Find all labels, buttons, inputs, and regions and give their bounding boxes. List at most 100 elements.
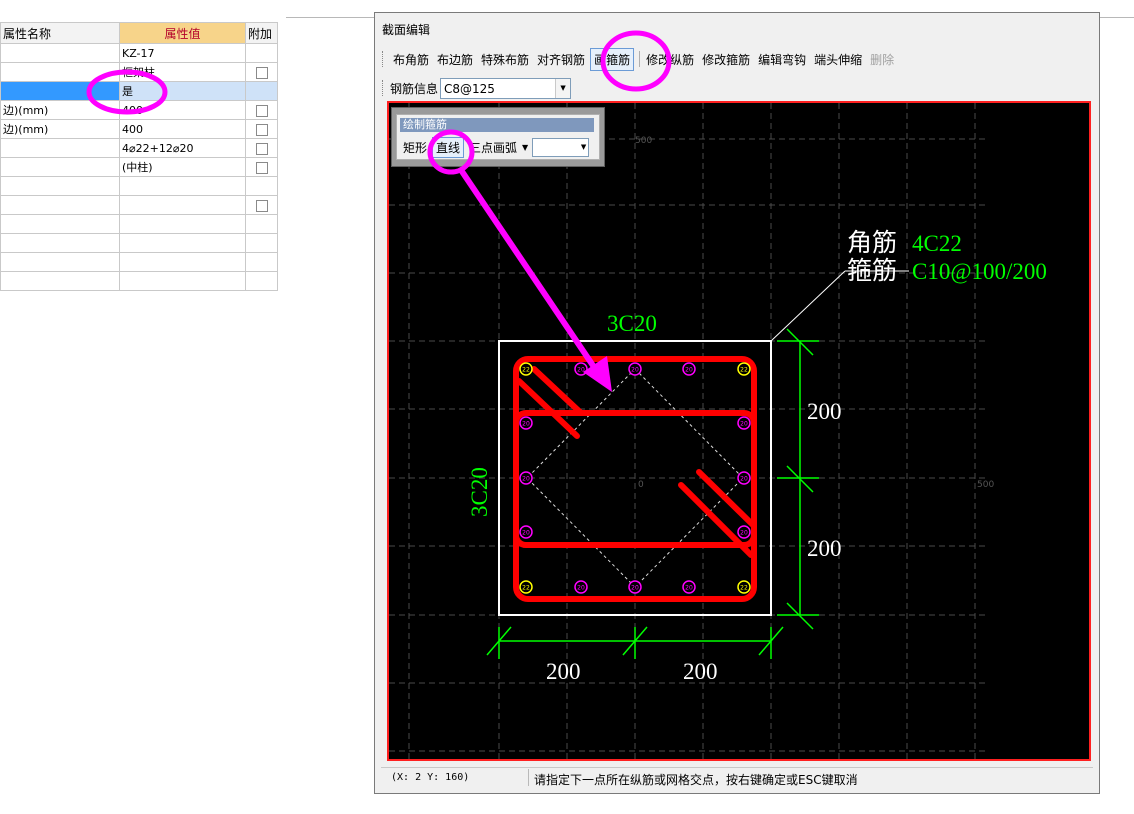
property-value-cell[interactable]: 框架柱 <box>119 62 246 82</box>
table-row[interactable] <box>0 252 278 272</box>
property-name-cell[interactable] <box>0 271 120 291</box>
table-row[interactable]: 边)(mm) 400 <box>0 100 278 120</box>
property-name-cell[interactable] <box>0 157 120 177</box>
extra-checkbox[interactable] <box>256 199 268 212</box>
extra-checkbox[interactable] <box>256 142 268 155</box>
table-row[interactable]: 是 <box>0 81 278 101</box>
toolbar-button-7[interactable]: 编辑弯钩 <box>755 49 809 70</box>
toolbar-button-2[interactable]: 特殊布筋 <box>478 49 532 70</box>
extra-checkbox[interactable] <box>256 161 268 174</box>
side-bar-mark: 20 <box>522 476 530 483</box>
dimension-v2: 200 <box>807 536 842 561</box>
three-point-arc-button[interactable]: 三点画弧 <box>466 138 520 157</box>
property-value-cell[interactable]: 400 <box>119 119 246 139</box>
chevron-down-icon[interactable]: ▼ <box>555 78 571 98</box>
extra-checkbox[interactable] <box>256 123 268 136</box>
property-value-cell[interactable] <box>119 214 246 234</box>
side-bar-mark: 20 <box>740 421 748 428</box>
property-value-cell[interactable] <box>119 233 246 253</box>
property-value-cell[interactable] <box>119 252 246 272</box>
column-header-extra[interactable]: 附加 <box>245 22 278 44</box>
extra-checkbox[interactable] <box>256 104 268 117</box>
line-button[interactable]: 直线 <box>432 137 465 158</box>
property-grid: 属性名称 属性值 附加 KZ-17 框架柱是边)(mm) 400 边)(mm) 400 4… <box>0 22 278 291</box>
column-header-value[interactable]: 属性值 <box>119 22 246 44</box>
toolbar-button-8[interactable]: 端头伸缩 <box>811 49 865 70</box>
toolbar-button-5[interactable]: 修改纵筋 <box>643 49 697 70</box>
dimension-lines <box>486 328 819 659</box>
extra-cell <box>245 176 278 196</box>
dimension-h2: 200 <box>683 659 718 684</box>
table-row[interactable] <box>0 176 278 196</box>
side-bar-mark: 20 <box>577 585 585 592</box>
table-row[interactable]: (中柱) <box>0 157 278 177</box>
chevron-down-icon[interactable]: ▼ <box>581 143 586 151</box>
property-value-cell[interactable] <box>119 176 246 196</box>
property-value-cell[interactable] <box>119 195 246 215</box>
property-name-cell[interactable] <box>0 233 120 253</box>
toolbar-separator <box>639 51 641 67</box>
side-bar-mark: 20 <box>740 476 748 483</box>
main-toolbar: 布角筋 布边筋 特殊布筋 对齐钢筋 画箍筋 修改纵筋 修改箍筋 编辑弯钩 端头伸缩 删除 <box>382 47 899 71</box>
property-value-cell[interactable] <box>119 271 246 291</box>
property-name-cell[interactable] <box>0 252 120 272</box>
property-value-cell[interactable]: 是 <box>119 81 246 101</box>
property-value-cell[interactable]: KZ-17 <box>119 43 246 63</box>
table-row[interactable] <box>0 195 278 215</box>
table-row[interactable]: 边)(mm) 400 <box>0 119 278 139</box>
toolbar-button-4[interactable]: 画箍筋 <box>590 47 635 71</box>
side-bar-mark: 20 <box>522 421 530 428</box>
toolbar-button-0[interactable]: 布角筋 <box>390 49 432 70</box>
status-message: 请指定下一点所在纵筋或网格交点，按右键确定或ESC键取消 <box>534 773 858 787</box>
toolbar-button-9[interactable]: 删除 <box>867 49 897 70</box>
rebar-info-toolbar: 钢筋信息 C8@125 ▼ <box>382 76 572 100</box>
side-bar-mark: 20 <box>685 585 693 592</box>
extra-checkbox[interactable] <box>256 66 268 79</box>
toolbar-button-6[interactable]: 修改箍筋 <box>699 49 753 70</box>
draw-option-select[interactable]: ▼ <box>532 138 590 157</box>
corner-bar-mark: 22 <box>522 585 530 592</box>
table-row[interactable] <box>0 214 278 234</box>
property-name-cell[interactable] <box>0 62 120 82</box>
property-name-cell[interactable] <box>0 43 120 63</box>
draw-stirrup-panel: 绘制箍筋 矩形 直线 三点画弧 ▼ ▼ <box>391 107 605 167</box>
table-row[interactable]: 4⌀22+12⌀20 <box>0 138 278 158</box>
toolbar-grip[interactable] <box>382 80 385 96</box>
property-name-cell[interactable] <box>0 138 120 158</box>
property-name-cell[interactable] <box>0 195 120 215</box>
property-name-cell[interactable] <box>0 176 120 196</box>
table-row[interactable]: 框架柱 <box>0 62 278 82</box>
property-name-cell[interactable] <box>0 81 120 101</box>
side-bar-mark: 20 <box>685 367 693 374</box>
property-value-cell[interactable]: (中柱) <box>119 157 246 177</box>
rebar-info-select[interactable]: C8@125 ▼ <box>440 77 572 99</box>
property-name-cell[interactable] <box>0 214 120 234</box>
extra-cell <box>245 138 278 158</box>
leader-line <box>770 270 846 342</box>
stirrup-value: C10@100/200 <box>912 259 1047 284</box>
extra-cell <box>245 195 278 215</box>
corner-rebar-label: 角筋 <box>847 228 897 257</box>
table-row[interactable]: KZ-17 <box>0 43 278 63</box>
cursor-coordinates: (X: 2 Y: 160) <box>391 772 470 783</box>
rebar-info-label: 钢筋信息 <box>390 81 439 96</box>
toolbar-button-1[interactable]: 布边筋 <box>434 49 476 70</box>
rectangle-button[interactable]: 矩形 <box>400 138 430 157</box>
property-name-cell[interactable]: 边)(mm) <box>0 100 120 120</box>
toolbar-button-3[interactable]: 对齐钢筋 <box>534 49 588 70</box>
status-divider <box>528 769 529 786</box>
toolbar-grip[interactable] <box>382 51 385 67</box>
table-row[interactable] <box>0 271 278 291</box>
draw-panel-title[interactable]: 绘制箍筋 <box>400 118 594 132</box>
left-side-rebar-label: 3C20 <box>467 467 492 517</box>
property-value-cell[interactable]: 4⌀22+12⌀20 <box>119 138 246 158</box>
table-row[interactable] <box>0 233 278 253</box>
arc-dropdown-icon[interactable]: ▼ <box>522 143 528 152</box>
property-value-cell[interactable]: 400 <box>119 100 246 120</box>
extra-cell <box>245 43 278 63</box>
section-canvas[interactable]: 500 0 500 22 22 22 22 20 20 20 20 20 20 20 20 20 20 20… <box>387 101 1091 761</box>
property-name-cell[interactable]: 边)(mm) <box>0 119 120 139</box>
hook-line <box>531 366 584 416</box>
grid-label-0: 0 <box>638 480 644 490</box>
column-header-name[interactable]: 属性名称 <box>0 22 120 44</box>
